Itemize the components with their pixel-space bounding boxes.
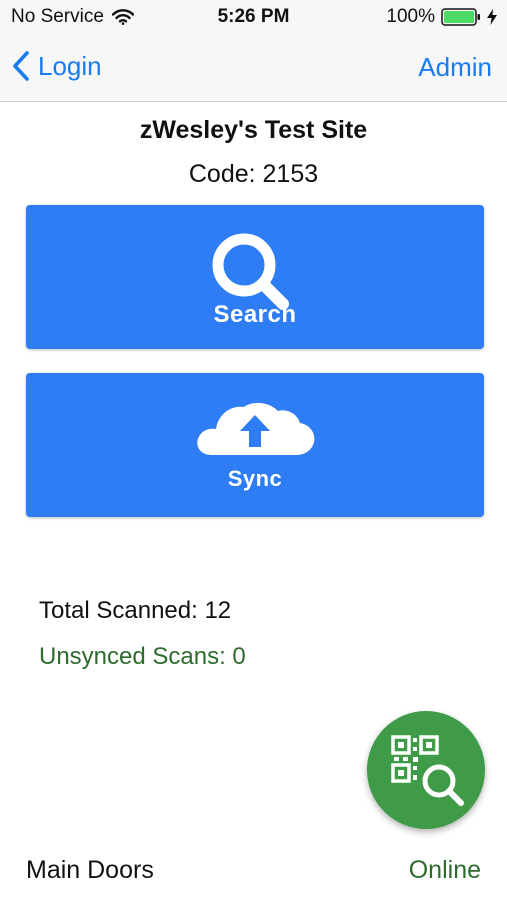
back-to-login-button[interactable]: Login (12, 50, 102, 82)
site-name: zWesley's Test Site (139, 116, 368, 144)
total-scanned-count: Total Scanned: 12 (39, 597, 232, 624)
status-bar: No Service 5:26 PM 100% (0, 0, 507, 34)
site-code: Code: 2153 (188, 160, 319, 188)
sync-button-label: Sync (227, 466, 283, 491)
admin-button[interactable]: Admin (418, 52, 492, 83)
door-location-label: Main Doors (26, 856, 154, 884)
sync-button[interactable]: Sync (26, 373, 484, 517)
magnifier-icon (212, 233, 289, 310)
chevron-left-icon (12, 50, 30, 82)
qr-scan-button[interactable] (367, 711, 485, 829)
unsynced-scans-count: Unsynced Scans: 0 (39, 643, 246, 670)
back-button-label: Login (38, 50, 102, 81)
app-screen: No Service 5:26 PM 100% Login Admin zWes… (0, 0, 507, 900)
status-right: 100% (386, 6, 497, 28)
qr-code-search-icon (391, 735, 464, 806)
battery-percent: 100% (386, 6, 435, 27)
connection-status: Online (408, 856, 481, 884)
cloud-upload-icon (197, 402, 315, 455)
charging-bolt-icon (487, 9, 497, 25)
navigation-bar: Login Admin (0, 34, 507, 102)
battery-icon (441, 7, 481, 27)
search-button-label: Search (213, 301, 297, 328)
search-button[interactable]: Search (26, 205, 484, 349)
